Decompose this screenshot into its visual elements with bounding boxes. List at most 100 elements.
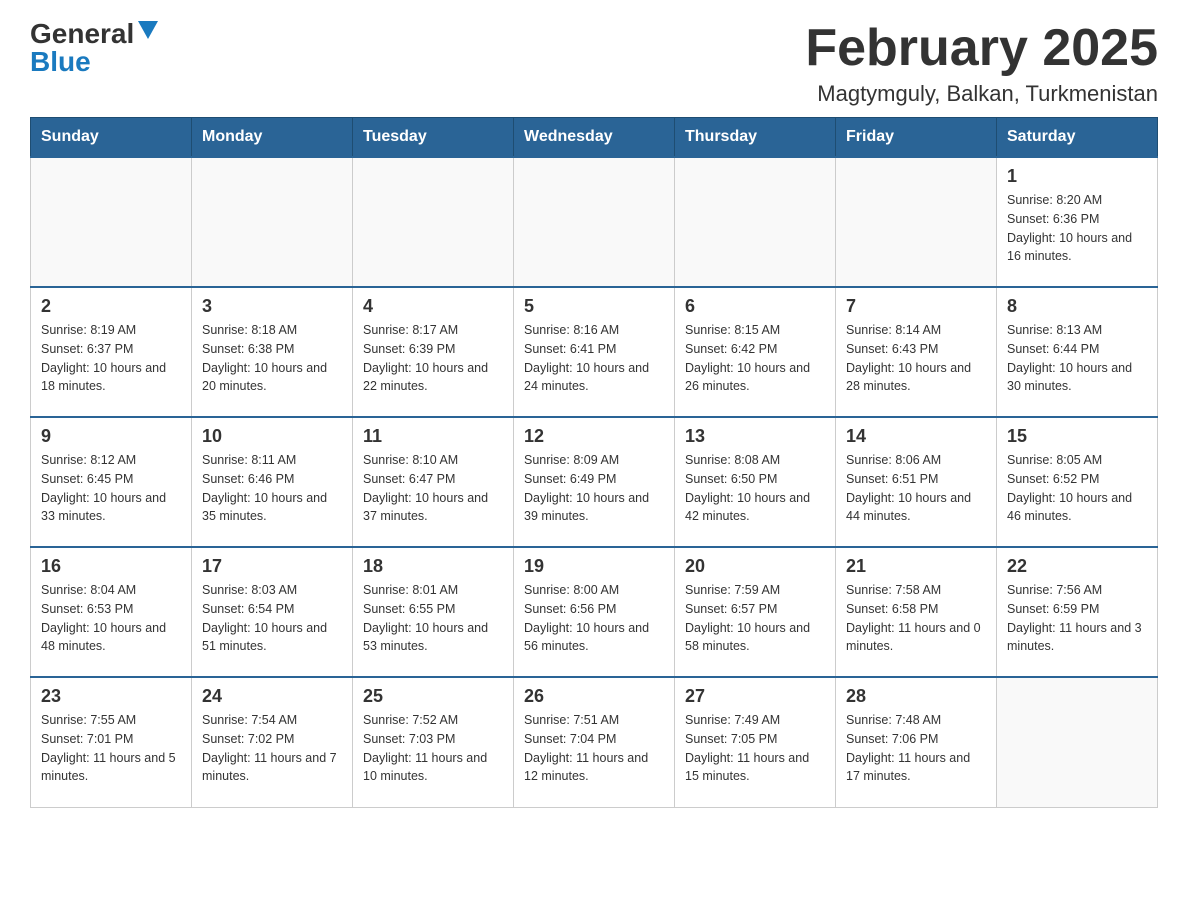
day-info: Sunrise: 7:55 AMSunset: 7:01 PMDaylight:…: [41, 711, 181, 786]
calendar-cell: 1 Sunrise: 8:20 AMSunset: 6:36 PMDaylight…: [997, 157, 1158, 287]
day-number: 13: [685, 426, 825, 447]
day-info: Sunrise: 7:51 AMSunset: 7:04 PMDaylight:…: [524, 711, 664, 786]
calendar-cell: 27Sunrise: 7:49 AMSunset: 7:05 PMDayligh…: [675, 677, 836, 807]
day-info: Sunrise: 8:12 AMSunset: 6:45 PMDaylight:…: [41, 451, 181, 526]
day-of-week-header: Thursday: [675, 118, 836, 158]
day-info: Sunrise: 8:01 AMSunset: 6:55 PMDaylight:…: [363, 581, 503, 656]
day-number: 5: [524, 296, 664, 317]
day-info: Sunrise: 8:05 AMSunset: 6:52 PMDaylight:…: [1007, 451, 1147, 526]
day-number: 22: [1007, 556, 1147, 577]
calendar-cell: 5 Sunrise: 8:16 AMSunset: 6:41 PMDaylight…: [514, 287, 675, 417]
day-of-week-header: Tuesday: [353, 118, 514, 158]
calendar-cell: 18 Sunrise: 8:01 AMSunset: 6:55 PMDayligh…: [353, 547, 514, 677]
days-of-week-row: SundayMondayTuesdayWednesdayThursdayFrid…: [31, 118, 1158, 158]
day-of-week-header: Monday: [192, 118, 353, 158]
logo-general: General: [30, 20, 134, 48]
day-number: 25: [363, 686, 503, 707]
calendar-cell: 16 Sunrise: 8:04 AMSunset: 6:53 PMDayligh…: [31, 547, 192, 677]
day-info: Sunrise: 8:15 AMSunset: 6:42 PMDaylight:…: [685, 321, 825, 396]
day-of-week-header: Friday: [836, 118, 997, 158]
calendar-cell: 23 Sunrise: 7:55 AMSunset: 7:01 PMDayligh…: [31, 677, 192, 807]
day-number: 24: [202, 686, 342, 707]
day-info: Sunrise: 8:04 AMSunset: 6:53 PMDaylight:…: [41, 581, 181, 656]
calendar-week-row: 23 Sunrise: 7:55 AMSunset: 7:01 PMDayligh…: [31, 677, 1158, 807]
day-number: 28: [846, 686, 986, 707]
calendar-body: 1 Sunrise: 8:20 AMSunset: 6:36 PMDaylight…: [31, 157, 1158, 807]
logo: General Blue: [30, 20, 158, 76]
calendar-week-row: 9 Sunrise: 8:12 AMSunset: 6:45 PMDaylight…: [31, 417, 1158, 547]
calendar-cell: 22 Sunrise: 7:56 AMSunset: 6:59 PMDayligh…: [997, 547, 1158, 677]
calendar-week-row: 2 Sunrise: 8:19 AMSunset: 6:37 PMDaylight…: [31, 287, 1158, 417]
day-number: 11: [363, 426, 503, 447]
day-number: 10: [202, 426, 342, 447]
day-info: Sunrise: 8:17 AMSunset: 6:39 PMDaylight:…: [363, 321, 503, 396]
calendar-cell: 8 Sunrise: 8:13 AMSunset: 6:44 PMDaylight…: [997, 287, 1158, 417]
calendar-cell: 2 Sunrise: 8:19 AMSunset: 6:37 PMDaylight…: [31, 287, 192, 417]
calendar-cell: 25 Sunrise: 7:52 AMSunset: 7:03 PMDayligh…: [353, 677, 514, 807]
day-number: 9: [41, 426, 181, 447]
calendar-cell: 4 Sunrise: 8:17 AMSunset: 6:39 PMDaylight…: [353, 287, 514, 417]
calendar-cell: [997, 677, 1158, 807]
day-info: Sunrise: 8:09 AMSunset: 6:49 PMDaylight:…: [524, 451, 664, 526]
calendar-cell: 26 Sunrise: 7:51 AMSunset: 7:04 PMDayligh…: [514, 677, 675, 807]
calendar-cell: [675, 157, 836, 287]
calendar-cell: 20 Sunrise: 7:59 AMSunset: 6:57 PMDayligh…: [675, 547, 836, 677]
day-of-week-header: Sunday: [31, 118, 192, 158]
calendar-week-row: 16 Sunrise: 8:04 AMSunset: 6:53 PMDayligh…: [31, 547, 1158, 677]
day-number: 21: [846, 556, 986, 577]
calendar-cell: 17Sunrise: 8:03 AMSunset: 6:54 PMDayligh…: [192, 547, 353, 677]
day-number: 12: [524, 426, 664, 447]
calendar-cell: [192, 157, 353, 287]
calendar-cell: 9 Sunrise: 8:12 AMSunset: 6:45 PMDaylight…: [31, 417, 192, 547]
calendar-cell: 10 Sunrise: 8:11 AMSunset: 6:46 PMDayligh…: [192, 417, 353, 547]
day-number: 20: [685, 556, 825, 577]
calendar-cell: 24 Sunrise: 7:54 AMSunset: 7:02 PMDayligh…: [192, 677, 353, 807]
day-info: Sunrise: 7:52 AMSunset: 7:03 PMDaylight:…: [363, 711, 503, 786]
day-info: Sunrise: 8:18 AMSunset: 6:38 PMDaylight:…: [202, 321, 342, 396]
day-info: Sunrise: 8:13 AMSunset: 6:44 PMDaylight:…: [1007, 321, 1147, 396]
day-number: 18: [363, 556, 503, 577]
calendar-cell: 28 Sunrise: 7:48 AMSunset: 7:06 PMDayligh…: [836, 677, 997, 807]
day-info: Sunrise: 8:10 AMSunset: 6:47 PMDaylight:…: [363, 451, 503, 526]
day-info: Sunrise: 8:20 AMSunset: 6:36 PMDaylight:…: [1007, 191, 1147, 266]
day-info: Sunrise: 8:08 AMSunset: 6:50 PMDaylight:…: [685, 451, 825, 526]
calendar-cell: 13 Sunrise: 8:08 AMSunset: 6:50 PMDayligh…: [675, 417, 836, 547]
day-number: 2: [41, 296, 181, 317]
day-number: 23: [41, 686, 181, 707]
day-of-week-header: Wednesday: [514, 118, 675, 158]
day-number: 7: [846, 296, 986, 317]
day-number: 8: [1007, 296, 1147, 317]
day-info: Sunrise: 8:00 AMSunset: 6:56 PMDaylight:…: [524, 581, 664, 656]
day-info: Sunrise: 8:19 AMSunset: 6:37 PMDaylight:…: [41, 321, 181, 396]
day-info: Sunrise: 8:16 AMSunset: 6:41 PMDaylight:…: [524, 321, 664, 396]
calendar-cell: [353, 157, 514, 287]
day-info: Sunrise: 7:58 AMSunset: 6:58 PMDaylight:…: [846, 581, 986, 656]
calendar-cell: 21 Sunrise: 7:58 AMSunset: 6:58 PMDayligh…: [836, 547, 997, 677]
day-info: Sunrise: 8:06 AMSunset: 6:51 PMDaylight:…: [846, 451, 986, 526]
calendar-cell: 12 Sunrise: 8:09 AMSunset: 6:49 PMDayligh…: [514, 417, 675, 547]
day-info: Sunrise: 8:14 AMSunset: 6:43 PMDaylight:…: [846, 321, 986, 396]
calendar-header: SundayMondayTuesdayWednesdayThursdayFrid…: [31, 118, 1158, 158]
calendar-cell: [514, 157, 675, 287]
calendar-cell: 19Sunrise: 8:00 AMSunset: 6:56 PMDayligh…: [514, 547, 675, 677]
day-number: 6: [685, 296, 825, 317]
day-info: Sunrise: 8:03 AMSunset: 6:54 PMDaylight:…: [202, 581, 342, 656]
calendar-cell: 6 Sunrise: 8:15 AMSunset: 6:42 PMDaylight…: [675, 287, 836, 417]
day-info: Sunrise: 7:48 AMSunset: 7:06 PMDaylight:…: [846, 711, 986, 786]
calendar-cell: 11 Sunrise: 8:10 AMSunset: 6:47 PMDayligh…: [353, 417, 514, 547]
day-number: 1: [1007, 166, 1147, 187]
day-number: 15: [1007, 426, 1147, 447]
day-number: 26: [524, 686, 664, 707]
title-section: February 2025 Magtymguly, Balkan, Turkme…: [805, 20, 1158, 107]
calendar-cell: 15 Sunrise: 8:05 AMSunset: 6:52 PMDayligh…: [997, 417, 1158, 547]
day-info: Sunrise: 7:56 AMSunset: 6:59 PMDaylight:…: [1007, 581, 1147, 656]
day-info: Sunrise: 7:54 AMSunset: 7:02 PMDaylight:…: [202, 711, 342, 786]
day-info: Sunrise: 8:11 AMSunset: 6:46 PMDaylight:…: [202, 451, 342, 526]
calendar-title: February 2025: [805, 20, 1158, 77]
day-number: 4: [363, 296, 503, 317]
calendar-week-row: 1 Sunrise: 8:20 AMSunset: 6:36 PMDaylight…: [31, 157, 1158, 287]
day-number: 16: [41, 556, 181, 577]
day-of-week-header: Saturday: [997, 118, 1158, 158]
calendar-cell: [31, 157, 192, 287]
day-info: Sunrise: 7:59 AMSunset: 6:57 PMDaylight:…: [685, 581, 825, 656]
